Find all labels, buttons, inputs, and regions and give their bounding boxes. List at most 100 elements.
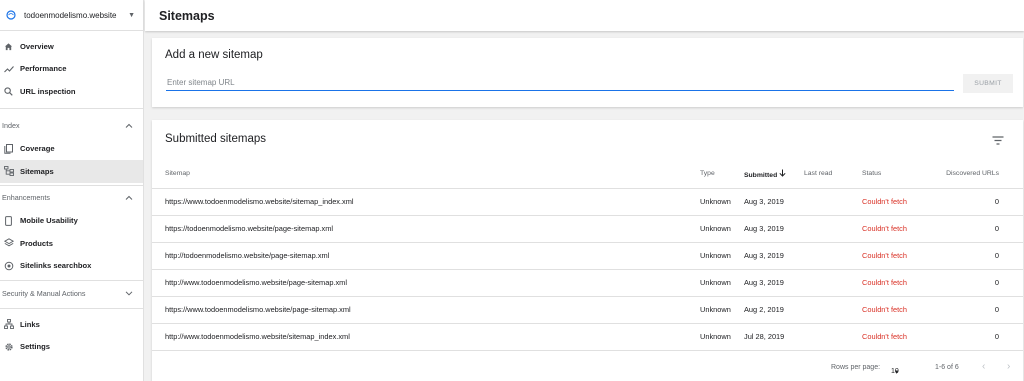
nav-overview-label: Overview xyxy=(20,41,54,51)
cell-sitemap: http://todoenmodelismo.website/page-site… xyxy=(152,242,700,270)
property-selector[interactable]: todoenmodelismo.website ▼ xyxy=(0,0,143,31)
cell-type: Unknown xyxy=(700,269,744,297)
cell-sitemap: https://www.todoenmodelismo.website/page… xyxy=(152,296,700,324)
cell-last-read xyxy=(804,215,862,243)
section-security[interactable]: Security & Manual Actions xyxy=(0,281,143,305)
cell-type: Unknown xyxy=(700,323,744,351)
nav-sitemaps-label: Sitemaps xyxy=(20,166,54,176)
nav-links[interactable]: Links xyxy=(0,313,143,336)
cell-status: Couldn't fetch xyxy=(862,242,936,270)
cell-submitted: Jul 28, 2019 xyxy=(744,323,804,351)
cell-submitted: Aug 3, 2019 xyxy=(744,242,804,270)
cell-last-read xyxy=(804,188,862,216)
arrow-down-icon xyxy=(779,169,786,179)
nav-performance[interactable]: Performance xyxy=(0,58,143,81)
section-enhancements-label: Enhancements xyxy=(2,193,50,202)
divider xyxy=(0,308,143,309)
nav-settings-label: Settings xyxy=(20,342,50,352)
cell-discovered: 0 xyxy=(936,242,1023,270)
col-discovered[interactable]: Discovered URLs xyxy=(936,160,1023,189)
page-title: Sitemaps xyxy=(159,8,215,23)
cell-type: Unknown xyxy=(700,242,744,270)
cell-status: Couldn't fetch xyxy=(862,323,936,351)
property-name: todoenmodelismo.website xyxy=(24,10,117,20)
cell-submitted: Aug 3, 2019 xyxy=(744,215,804,243)
pagination: Rows per page: 10 ▾ 1-6 of 6 ‹ › xyxy=(152,360,1023,378)
searchbox-icon xyxy=(3,260,14,271)
sitemap-url-input[interactable] xyxy=(166,77,954,91)
filter-icon[interactable] xyxy=(992,132,1006,145)
chevron-left-icon[interactable]: ‹ xyxy=(982,361,985,372)
nav-overview[interactable]: Overview xyxy=(0,35,143,58)
chevron-up-icon xyxy=(125,121,133,130)
cell-status: Couldn't fetch xyxy=(862,215,936,243)
globe-icon xyxy=(4,8,18,22)
section-index[interactable]: Index xyxy=(0,114,143,138)
add-sitemap-card: Add a new sitemap SUBMIT xyxy=(152,38,1023,107)
nav-products-label: Products xyxy=(20,238,53,248)
add-sitemap-title: Add a new sitemap xyxy=(165,49,263,61)
nav-url-inspection[interactable]: URL inspection xyxy=(0,80,143,103)
nav-sitelinks-searchbox-label: Sitelinks searchbox xyxy=(20,261,92,271)
table-header-row: Sitemap Type Submitted Last read Status … xyxy=(152,160,1023,189)
cell-submitted: Aug 3, 2019 xyxy=(744,188,804,216)
divider xyxy=(0,107,143,109)
cell-sitemap: http://www.todoenmodelismo.website/sitem… xyxy=(152,323,700,351)
rows-per-page-select[interactable]: 10 ▾ xyxy=(891,364,899,376)
table-row[interactable]: http://www.todoenmodelismo.website/page-… xyxy=(152,269,1023,297)
cell-submitted: Aug 2, 2019 xyxy=(744,296,804,324)
table-row[interactable]: https://www.todoenmodelismo.website/page… xyxy=(152,296,1023,324)
cell-sitemap: http://www.todoenmodelismo.website/page-… xyxy=(152,269,700,297)
nav-performance-label: Performance xyxy=(20,64,67,74)
col-sitemap[interactable]: Sitemap xyxy=(152,160,700,189)
col-type[interactable]: Type xyxy=(700,160,744,189)
cell-last-read xyxy=(804,242,862,270)
nav-coverage[interactable]: Coverage xyxy=(0,138,143,161)
table-row[interactable]: http://todoenmodelismo.website/page-site… xyxy=(152,242,1023,270)
products-icon xyxy=(3,238,14,249)
sitemap-icon xyxy=(3,166,14,177)
cell-submitted: Aug 3, 2019 xyxy=(744,269,804,297)
nav-coverage-label: Coverage xyxy=(20,144,55,154)
cell-sitemap: https://todoenmodelismo.website/page-sit… xyxy=(152,215,700,243)
cell-type: Unknown xyxy=(700,215,744,243)
chevron-up-icon xyxy=(125,193,133,202)
table-row[interactable]: http://www.todoenmodelismo.website/sitem… xyxy=(152,323,1023,351)
search-icon xyxy=(3,86,14,97)
cell-discovered: 0 xyxy=(936,188,1023,216)
sidebar: todoenmodelismo.website ▼ Overview Perfo… xyxy=(0,0,144,381)
cell-last-read xyxy=(804,296,862,324)
nav-mobile-usability[interactable]: Mobile Usability xyxy=(0,210,143,233)
cell-sitemap: https://www.todoenmodelismo.website/site… xyxy=(152,188,700,216)
links-icon xyxy=(3,319,14,330)
nav-url-inspection-label: URL inspection xyxy=(20,86,76,96)
col-submitted-label: Submitted xyxy=(744,171,778,179)
chevron-right-icon[interactable]: › xyxy=(1007,361,1010,372)
col-submitted[interactable]: Submitted xyxy=(744,160,804,189)
gear-icon xyxy=(3,341,14,352)
cell-discovered: 0 xyxy=(936,323,1023,351)
cell-status: Couldn't fetch xyxy=(862,269,936,297)
phone-icon xyxy=(3,215,14,226)
section-enhancements[interactable]: Enhancements xyxy=(0,186,143,210)
section-index-label: Index xyxy=(2,121,20,130)
table-row[interactable]: https://todoenmodelismo.website/page-sit… xyxy=(152,215,1023,243)
cell-discovered: 0 xyxy=(936,296,1023,324)
col-last-read[interactable]: Last read xyxy=(804,160,862,189)
nav-sitemaps[interactable]: Sitemaps xyxy=(0,160,143,183)
nav-sitelinks-searchbox[interactable]: Sitelinks searchbox xyxy=(0,255,143,278)
col-status[interactable]: Status xyxy=(862,160,936,189)
pagination-range: 1-6 of 6 xyxy=(935,364,959,371)
rows-per-page-label: Rows per page: xyxy=(831,364,881,371)
cell-last-read xyxy=(804,269,862,297)
chevron-down-icon xyxy=(125,289,133,298)
submitted-sitemaps-card: Submitted sitemaps Sitemap Type Submitte… xyxy=(152,120,1023,381)
table-row[interactable]: https://www.todoenmodelismo.website/site… xyxy=(152,188,1023,216)
home-icon xyxy=(3,41,14,52)
nav-products[interactable]: Products xyxy=(0,232,143,255)
cell-status: Couldn't fetch xyxy=(862,188,936,216)
submit-button[interactable]: SUBMIT xyxy=(963,74,1013,93)
nav-mobile-usability-label: Mobile Usability xyxy=(20,216,78,226)
submitted-sitemaps-title: Submitted sitemaps xyxy=(165,133,266,145)
nav-settings[interactable]: Settings xyxy=(0,336,143,359)
